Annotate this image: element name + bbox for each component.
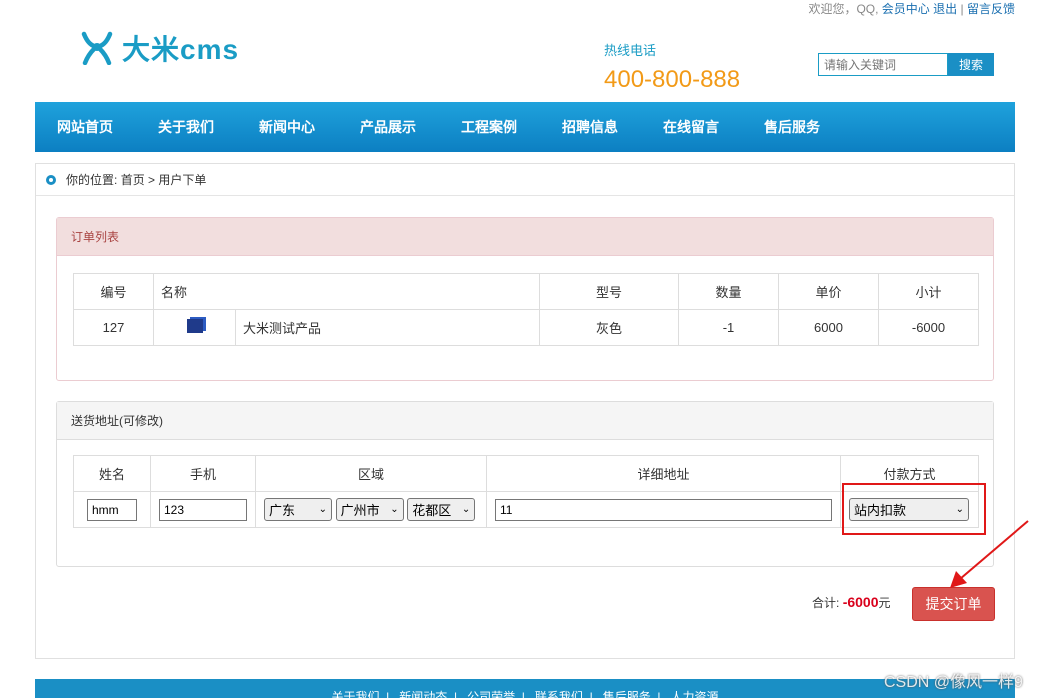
district-value: 花都区 [412, 503, 452, 518]
order-table: 编号 名称 型号 数量 单价 小计 127 大米测试产品 灰色 -1 6000 … [73, 273, 979, 346]
nav-item-products[interactable]: 产品展示 [360, 117, 416, 137]
order-header-row: 编号 名称 型号 数量 单价 小计 [73, 273, 979, 310]
footer-link-honor[interactable]: 公司荣誉 [467, 690, 515, 698]
col-model: 型号 [539, 273, 679, 310]
order-list-title: 订单列表 [57, 218, 993, 256]
nav-item-home[interactable]: 网站首页 [57, 117, 113, 137]
col-qty: 数量 [678, 273, 779, 310]
logout-link[interactable]: 退出 [933, 2, 957, 16]
hotline-number: 400-800-888 [604, 66, 741, 93]
order-id: 127 [73, 309, 154, 346]
footer-bar: 关于我们 | 新闻动态 | 公司荣誉 | 联系我们 | 售后服务 | 人力资源 [35, 679, 1015, 698]
footer-link-contact[interactable]: 联系我们 [535, 690, 583, 698]
footer-link-about[interactable]: 关于我们 [331, 690, 379, 698]
col-subtotal: 小计 [878, 273, 979, 310]
breadcrumb-prefix: 你的位置: [66, 173, 118, 187]
product-name[interactable]: 大米测试产品 [235, 309, 540, 346]
detail-address-input[interactable] [495, 498, 832, 521]
col-recipient-name: 姓名 [73, 455, 151, 492]
table-row: 127 大米测试产品 灰色 -1 6000 -6000 [73, 309, 979, 346]
col-phone: 手机 [150, 455, 256, 492]
search-bar: 搜索 [818, 53, 994, 76]
nav-item-jobs[interactable]: 招聘信息 [562, 117, 618, 137]
province-select[interactable]: 广东 ⌄ [264, 498, 332, 521]
footer-link-news[interactable]: 新闻动态 [399, 690, 447, 698]
chevron-down-icon: ⌄ [461, 504, 471, 515]
product-subtotal: -6000 [878, 309, 979, 346]
breadcrumb: 你的位置: 首页 > 用户下单 [36, 164, 1014, 196]
content-panel: 你的位置: 首页 > 用户下单 订单列表 编号 名称 型号 数量 单价 小计 1… [35, 163, 1015, 659]
province-value: 广东 [269, 503, 296, 518]
logo-text: 大米cms [122, 34, 240, 65]
search-input[interactable] [818, 53, 948, 76]
location-icon [46, 174, 56, 185]
col-region: 区域 [255, 455, 487, 492]
total-label: 合计: [812, 596, 840, 610]
topbar-separator: | [960, 2, 964, 16]
annotation-arrow-icon [950, 520, 1029, 588]
product-qty: -1 [678, 309, 779, 346]
phone-input[interactable] [159, 498, 247, 521]
site-logo[interactable]: 大米cms [80, 28, 239, 68]
order-total: 合计: -6000元 [812, 594, 891, 611]
chevron-down-icon: ⌄ [390, 504, 399, 515]
col-price: 单价 [778, 273, 879, 310]
nav-item-cases[interactable]: 工程案例 [461, 117, 517, 137]
city-select[interactable]: 广州市 ⌄ [335, 498, 404, 521]
breadcrumb-separator: > [148, 172, 156, 187]
feedback-link[interactable]: 留言反馈 [967, 2, 1015, 16]
total-amount: -6000 [842, 594, 879, 610]
col-id: 编号 [73, 273, 154, 310]
recipient-name-input[interactable] [87, 498, 137, 521]
top-user-bar: 欢迎您，QQ, 会员中心 退出 | 留言反馈 [808, 0, 1015, 17]
product-model: 灰色 [539, 309, 679, 346]
col-detail-address: 详细地址 [486, 455, 841, 492]
product-thumbnail-icon[interactable] [186, 319, 203, 333]
footer-link-hr[interactable]: 人力资源 [671, 690, 719, 698]
district-select[interactable]: 花都区 ⌄ [407, 498, 476, 521]
search-button[interactable]: 搜索 [948, 53, 994, 76]
member-center-link[interactable]: 会员中心 [882, 2, 930, 16]
nav-item-news[interactable]: 新闻中心 [259, 117, 315, 137]
footer-link-service[interactable]: 售后服务 [603, 690, 651, 698]
total-unit: 元 [878, 596, 891, 610]
hotline-label: 热线电话 [604, 43, 657, 58]
breadcrumb-current: 用户下单 [158, 173, 207, 187]
nav-item-about[interactable]: 关于我们 [158, 117, 214, 137]
nav-item-message[interactable]: 在线留言 [663, 117, 719, 137]
chevron-down-icon: ⌄ [318, 504, 327, 515]
product-thumbnail-cell [153, 309, 236, 346]
welcome-text: 欢迎您，QQ, [808, 2, 879, 16]
product-price: 6000 [778, 309, 879, 346]
watermark-text: CSDN @像风一样9 [884, 674, 1023, 691]
shipping-address-title: 送货地址(可修改) [57, 402, 993, 440]
main-nav: 网站首页 关于我们 新闻中心 产品展示 工程案例 招聘信息 在线留言 售后服务 [35, 102, 1015, 152]
logo-figure-icon [81, 31, 113, 65]
order-list-panel: 订单列表 编号 名称 型号 数量 单价 小计 127 大米测试产品 灰色 -1 … [56, 217, 994, 381]
col-name: 名称 [153, 273, 540, 310]
breadcrumb-home[interactable]: 首页 [121, 171, 145, 188]
nav-item-service[interactable]: 售后服务 [764, 117, 820, 137]
city-value: 广州市 [340, 503, 380, 518]
